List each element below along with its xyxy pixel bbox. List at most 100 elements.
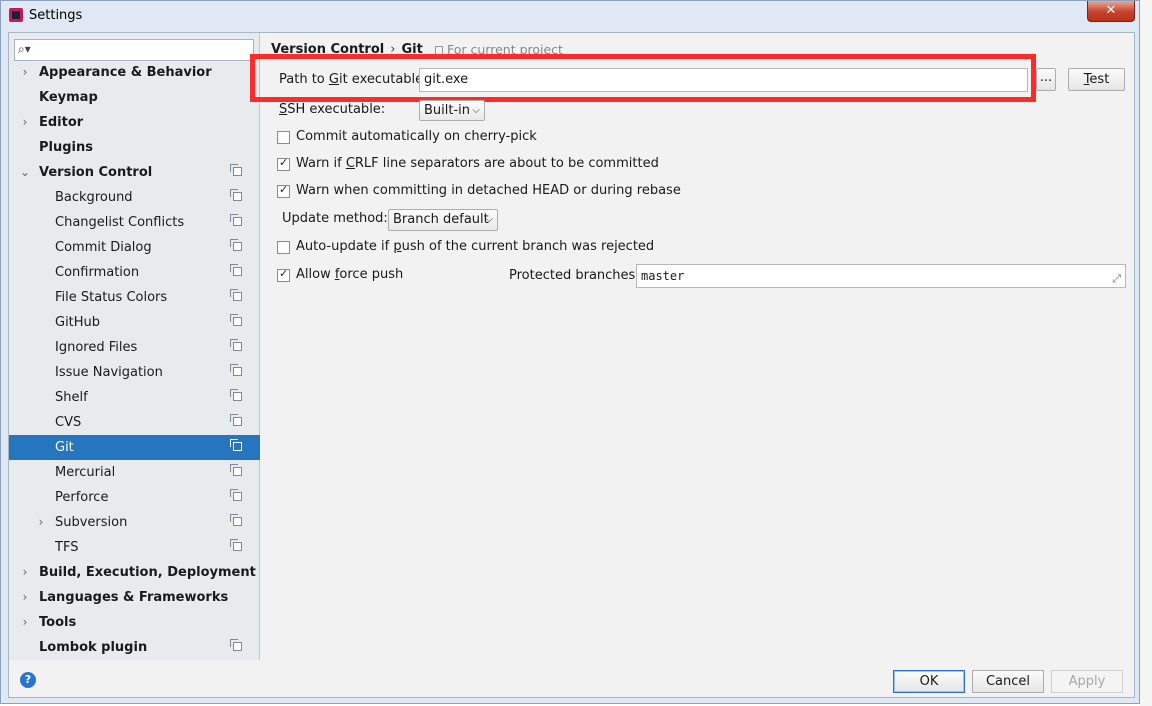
protected-branches-value: master [641, 269, 685, 283]
sidebar-item[interactable]: File Status Colors [9, 285, 260, 310]
sidebar-item[interactable]: › Languages & Frameworks [9, 585, 260, 610]
settings-window: Settings ✕ ⌕▾ › Appearance & Behavior Keym… [0, 0, 1140, 704]
force-push-label-part: Allow [296, 267, 335, 282]
window-title: Settings [29, 8, 83, 23]
test-button[interactable]: Test [1068, 68, 1125, 91]
chevron-down-icon: ⌵ [485, 214, 493, 225]
project-scope-icon [230, 514, 242, 526]
sidebar-item[interactable]: › Editor [9, 110, 260, 135]
warn-detached-label[interactable]: Warn when committing in detached HEAD or… [296, 183, 681, 198]
project-scope-icon [230, 314, 242, 326]
title-bar: Settings ✕ [1, 1, 1139, 31]
warn-crlf-label[interactable]: Warn if CRLF line separators are about t… [296, 156, 659, 171]
auto-update-checkbox[interactable] [277, 241, 290, 254]
test-button-label: est [1089, 72, 1110, 87]
chevron-down-icon: ⌵ [472, 105, 480, 116]
apply-button[interactable]: Apply [1051, 670, 1123, 693]
force-push-checkbox[interactable] [277, 267, 290, 282]
project-scope-icon [230, 214, 242, 226]
dialog-footer: ? OK Cancel Apply [9, 660, 1134, 697]
sidebar-item[interactable]: Ignored Files [9, 335, 260, 360]
sidebar-item[interactable]: Plugins [9, 135, 260, 160]
sidebar-item[interactable]: Mercurial [9, 460, 260, 485]
sidebar-item-label: Version Control [39, 165, 153, 180]
protected-branches-field[interactable]: master ⤢ [636, 264, 1126, 288]
sidebar-item-label: Git [55, 440, 74, 455]
protected-branches-label: Protected branches: [509, 268, 640, 283]
project-scope-icon [230, 189, 242, 201]
git-settings-panel: Version Control › Git For current project … [250, 33, 1134, 660]
sidebar-item-label: TFS [55, 540, 79, 555]
settings-sidebar: ⌕▾ › Appearance & Behavior Keymap › Editor Pl… [9, 33, 260, 660]
ssh-executable-label: SSH executable: [279, 102, 385, 117]
sidebar-item[interactable]: Background [9, 185, 260, 210]
sidebar-item[interactable]: › Build, Execution, Deployment [9, 560, 260, 585]
sidebar-item-label: Issue Navigation [55, 365, 163, 380]
search-icon[interactable]: ⌕▾ [18, 42, 31, 57]
project-scope-icon [230, 539, 242, 551]
settings-search[interactable]: ⌕▾ [14, 39, 254, 61]
sidebar-item-label: Lombok plugin [39, 640, 148, 655]
project-scope-icon [230, 464, 242, 476]
sidebar-item[interactable]: Keymap [9, 85, 260, 110]
annotation-highlight-box [250, 54, 1036, 102]
sidebar-item[interactable]: CVS [9, 410, 260, 435]
auto-update-label-part: Auto-update if [296, 239, 394, 254]
chevron-right-icon[interactable]: › [19, 585, 31, 610]
ssh-executable-combo[interactable]: Built-in ⌵ [419, 100, 485, 121]
sidebar-item[interactable]: › Subversion [9, 510, 260, 535]
project-scope-icon [230, 364, 242, 376]
chevron-right-icon[interactable]: › [19, 610, 31, 635]
sidebar-item-label: Appearance & Behavior [39, 65, 212, 80]
ssh-executable-value: Built-in [424, 103, 471, 118]
ok-button[interactable]: OK [893, 670, 965, 693]
expand-icon[interactable]: ⤢ [1112, 268, 1121, 290]
sidebar-item-label: Plugins [39, 140, 93, 155]
sidebar-item-label: Background [55, 190, 133, 205]
close-button[interactable]: ✕ [1087, 1, 1135, 22]
warn-crlf-checkbox[interactable] [277, 156, 290, 171]
sidebar-item[interactable]: Commit Dialog [9, 235, 260, 260]
sidebar-item[interactable]: TFS [9, 535, 260, 560]
auto-update-label[interactable]: Auto-update if push of the current branc… [296, 239, 654, 254]
project-scope-icon [230, 639, 242, 651]
sidebar-item-label: Confirmation [55, 265, 140, 280]
sidebar-item[interactable]: ⌄ Version Control [9, 160, 260, 185]
sidebar-item[interactable]: Changelist Conflicts [9, 210, 260, 235]
update-method-combo[interactable]: Branch default ⌵ [388, 209, 498, 231]
chevron-down-icon[interactable]: ⌄ [19, 160, 31, 185]
project-scope-icon [230, 289, 242, 301]
sidebar-item-label: Build, Execution, Deployment [39, 565, 256, 580]
sidebar-item[interactable]: Lombok plugin [9, 635, 260, 660]
commit-auto-label[interactable]: Commit automatically on cherry-pick [296, 129, 537, 144]
sidebar-item[interactable]: Git [9, 435, 260, 460]
sidebar-item-label: Mercurial [55, 465, 116, 480]
sidebar-item-label: Keymap [39, 90, 98, 105]
sidebar-item-label: Perforce [55, 490, 109, 505]
sidebar-item[interactable]: GitHub [9, 310, 260, 335]
commit-auto-checkbox[interactable] [277, 131, 290, 144]
update-method-label: Update method: [282, 211, 388, 226]
sidebar-item[interactable]: Issue Navigation [9, 360, 260, 385]
intellij-app-icon [9, 8, 23, 22]
chevron-right-icon[interactable]: › [35, 510, 47, 535]
sidebar-item-label: GitHub [55, 315, 101, 330]
cancel-button[interactable]: Cancel [972, 670, 1044, 693]
browse-git-path-button[interactable]: ... [1036, 68, 1056, 91]
chevron-right-icon[interactable]: › [19, 110, 31, 135]
sidebar-item[interactable]: › Appearance & Behavior [9, 60, 260, 85]
sidebar-item[interactable]: Perforce [9, 485, 260, 510]
search-input[interactable] [37, 41, 251, 60]
sidebar-item-label: Commit Dialog [55, 240, 152, 255]
auto-update-label-part: ush of the current branch was rejected [401, 239, 655, 254]
warn-detached-checkbox[interactable] [277, 183, 290, 198]
project-scope-icon [230, 389, 242, 401]
sidebar-item[interactable]: Confirmation [9, 260, 260, 285]
chevron-right-icon[interactable]: › [19, 560, 31, 585]
chevron-right-icon[interactable]: › [19, 60, 31, 85]
sidebar-item-label: File Status Colors [55, 290, 168, 305]
help-icon[interactable]: ? [20, 672, 36, 688]
sidebar-item[interactable]: Shelf [9, 385, 260, 410]
sidebar-item[interactable]: › Tools [9, 610, 260, 635]
force-push-label[interactable]: Allow force push [296, 267, 403, 282]
